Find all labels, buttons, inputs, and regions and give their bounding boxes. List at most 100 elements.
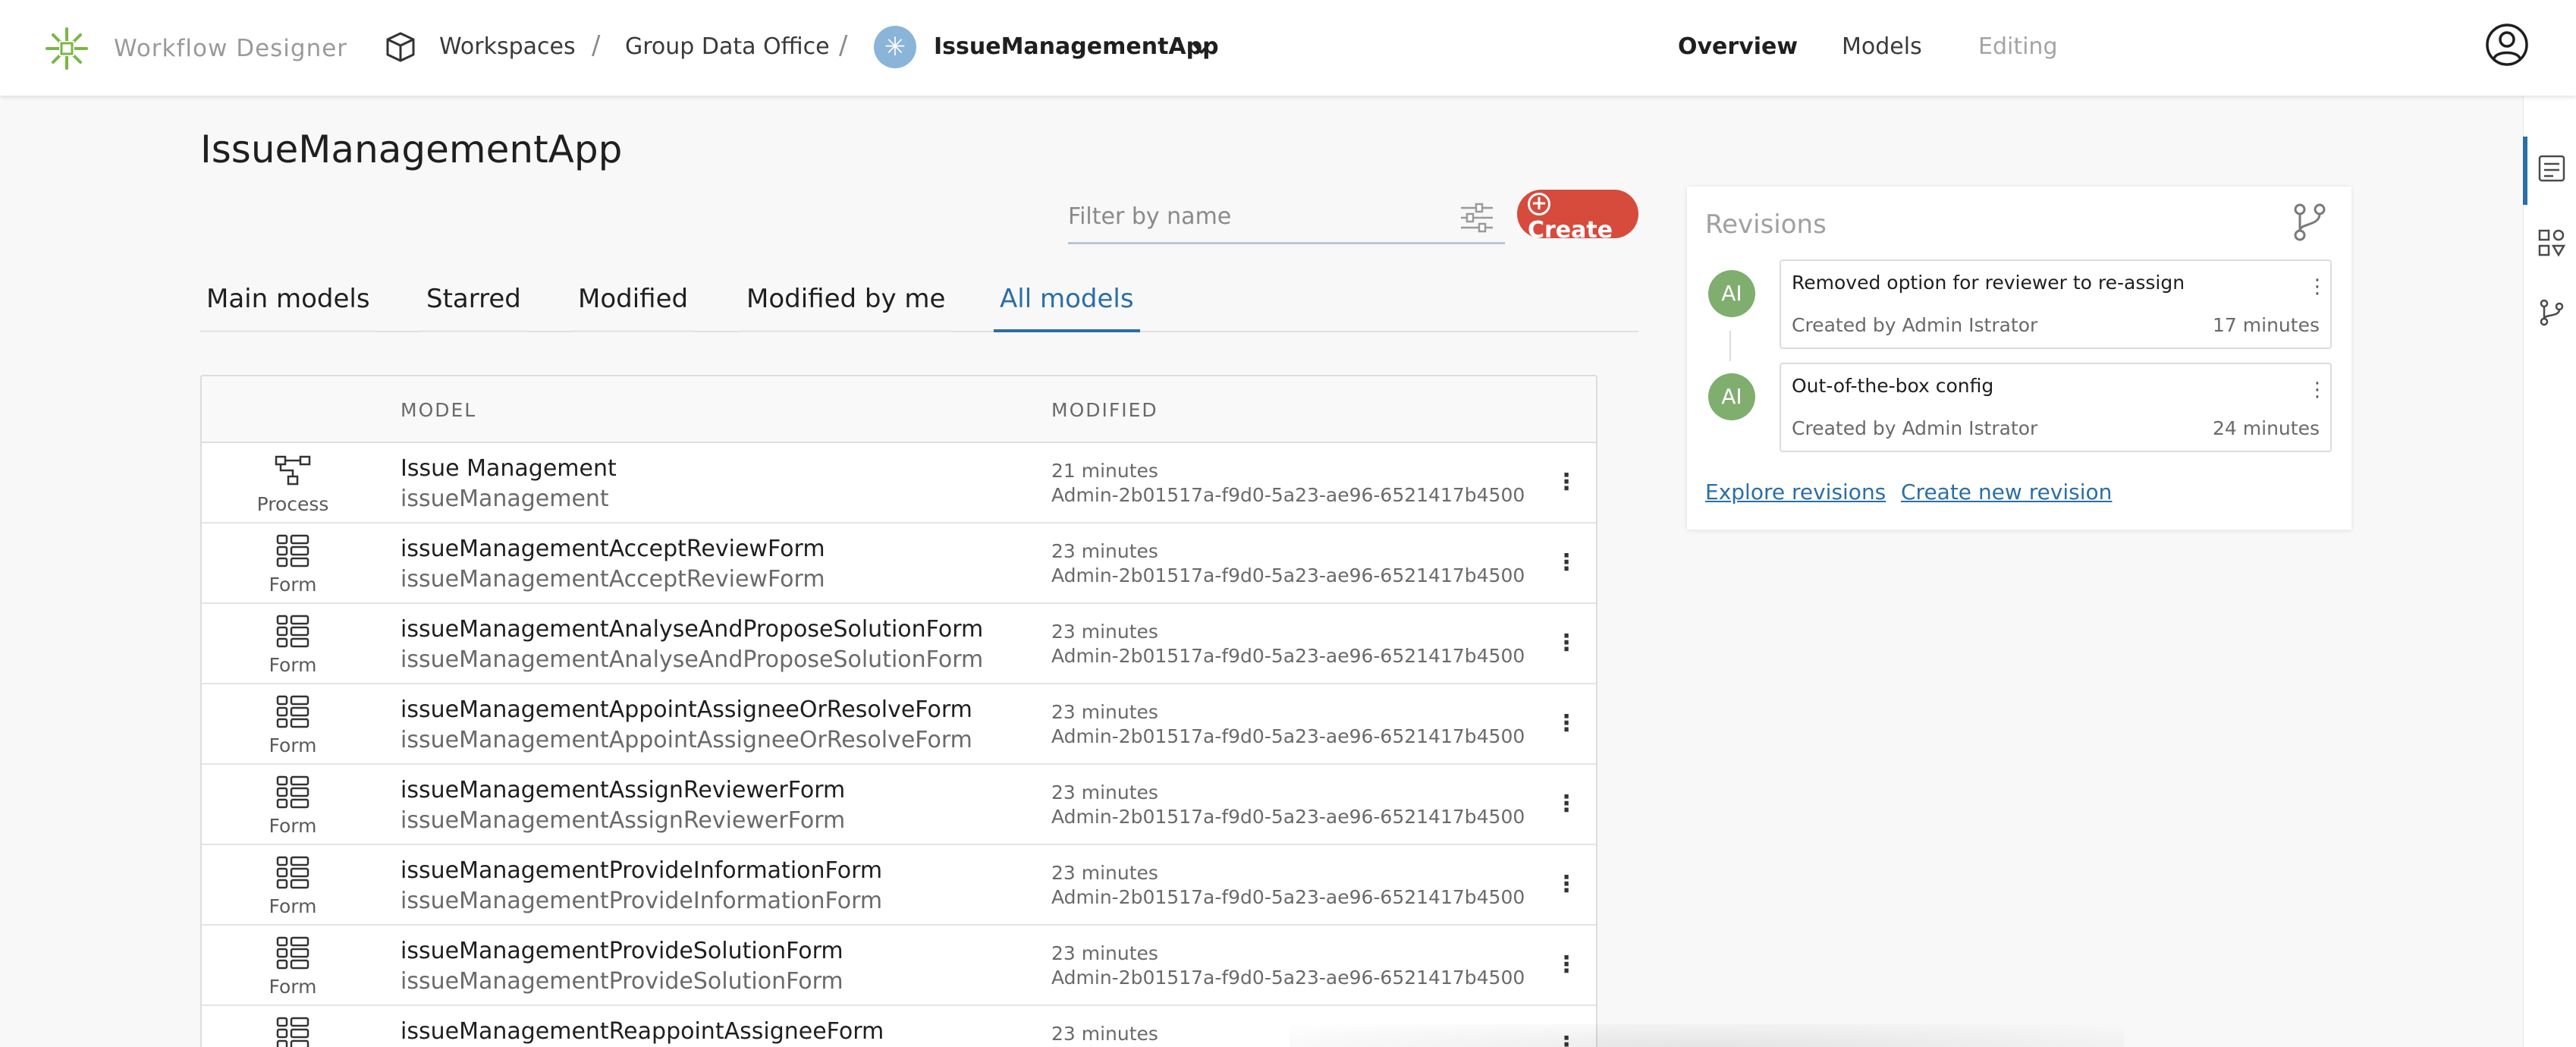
breadcrumb-workspaces[interactable]: Workspaces: [439, 33, 576, 60]
app-badge-icon: ✳: [874, 26, 916, 68]
branch-icon[interactable]: [2291, 202, 2329, 243]
avatar: AI: [1708, 270, 1755, 317]
rail-properties-icon[interactable]: [2537, 153, 2567, 184]
model-name[interactable]: issueManagementAnalyseAndProposeSolution…: [401, 616, 983, 643]
create-revision-link[interactable]: Create new revision: [1901, 479, 2112, 505]
cube-icon: [386, 32, 415, 62]
form-icon: [276, 856, 309, 889]
kebab-icon[interactable]: ⋮: [1555, 788, 1578, 821]
kebab-icon[interactable]: ⋮: [2307, 375, 2327, 405]
modified-time: 23 minutes: [1051, 540, 1158, 562]
breadcrumb-separator: /: [592, 30, 601, 61]
modified-time: 23 minutes: [1051, 781, 1158, 803]
revision-message: Out-of-the-box config: [1792, 375, 1994, 397]
tab-starred[interactable]: Starred: [420, 284, 527, 332]
modified-time: 23 minutes: [1051, 862, 1158, 884]
model-key: issueManagement: [401, 486, 609, 512]
modified-time: 21 minutes: [1051, 460, 1158, 482]
revision-age: 24 minutes: [2213, 417, 2320, 439]
model-type-label: Process: [256, 493, 329, 515]
kebab-icon[interactable]: ⋮: [2307, 272, 2327, 302]
revision-message: Removed option for reviewer to re-assign: [1792, 272, 2185, 294]
modified-by: Admin-2b01517a-f9d0-5a23-ae96-6521417b45…: [1051, 564, 1525, 586]
modified-time: 23 minutes: [1051, 701, 1158, 723]
kebab-icon[interactable]: ⋮: [1555, 707, 1578, 740]
models-table: MODEL MODIFIED Process Issue Management …: [200, 375, 1597, 1047]
table-row[interactable]: Form issueManagementProvideInformationFo…: [202, 845, 1596, 926]
table-row[interactable]: Form issueManagementAnalyseAndProposeSol…: [202, 604, 1596, 684]
model-key: issueManagementProvideInformationForm: [401, 888, 883, 914]
modified-by: Admin-2b01517a-f9d0-5a23-ae96-6521417b45…: [1051, 484, 1525, 506]
table-row[interactable]: Form issueManagementProvideSolutionForm …: [202, 926, 1596, 1006]
page-title: IssueManagementApp: [200, 127, 623, 171]
modified-time: 23 minutes: [1051, 1023, 1158, 1045]
model-name[interactable]: issueManagementAppointAssigneeOrResolveF…: [401, 696, 972, 723]
revision-author: Created by Admin Istrator: [1792, 417, 2038, 439]
column-header-model[interactable]: MODEL: [401, 399, 476, 421]
nav-overview[interactable]: Overview: [1678, 33, 1798, 60]
create-button[interactable]: +Create: [1517, 190, 1638, 244]
top-bar: Workflow Designer Workspaces / Group Dat…: [0, 0, 2576, 96]
modified-by: Admin-2b01517a-f9d0-5a23-ae96-6521417b45…: [1051, 806, 1525, 828]
table-row[interactable]: Process Issue Management issueManagement…: [202, 443, 1596, 524]
filter-field[interactable]: [1068, 193, 1505, 244]
rail-revisions-icon[interactable]: [2537, 297, 2567, 328]
model-name[interactable]: issueManagementProvideSolutionForm: [401, 938, 843, 964]
revision-author: Created by Admin Istrator: [1792, 314, 2038, 336]
revision-timeline-line: [1729, 331, 1731, 361]
form-icon: [276, 534, 309, 568]
kebab-icon[interactable]: ⋮: [1555, 627, 1578, 660]
model-name[interactable]: issueManagementAssignReviewerForm: [401, 777, 845, 803]
rail-active-indicator: [2523, 137, 2527, 205]
breadcrumb-group-data-office[interactable]: Group Data Office: [625, 33, 830, 60]
form-icon: [276, 695, 309, 728]
tab-modified-by-me[interactable]: Modified by me: [740, 284, 952, 332]
table-row[interactable]: Form issueManagementAssignReviewerForm i…: [202, 765, 1596, 845]
model-name[interactable]: issueManagementAcceptReviewForm: [401, 536, 825, 562]
app-name[interactable]: Workflow Designer: [114, 35, 347, 62]
explore-revisions-link[interactable]: Explore revisions: [1705, 479, 1886, 505]
model-key: issueManagementAcceptReviewForm: [401, 566, 825, 593]
filter-input[interactable]: [1068, 193, 1447, 240]
modified-by: Admin-2b01517a-f9d0-5a23-ae96-6521417b45…: [1051, 967, 1525, 989]
model-name[interactable]: issueManagementProvideInformationForm: [401, 857, 882, 884]
nav-models[interactable]: Models: [1842, 33, 1922, 60]
breadcrumb-separator: /: [839, 30, 848, 61]
tab-modified[interactable]: Modified: [572, 284, 695, 332]
modified-by: Admin-2b01517a-f9d0-5a23-ae96-6521417b45…: [1051, 886, 1525, 908]
model-key: issueManagementAppointAssigneeOrResolveF…: [401, 727, 972, 753]
revisions-panel: Revisions AI Removed option for reviewer…: [1687, 187, 2351, 530]
tab-all-models[interactable]: All models: [994, 284, 1140, 332]
rail-models-icon[interactable]: [2537, 228, 2567, 258]
table-row[interactable]: Form issueManagementAppointAssigneeOrRes…: [202, 684, 1596, 765]
kebab-icon[interactable]: ⋮: [1555, 948, 1578, 982]
revision-card[interactable]: Out-of-the-box config ⋮ Created by Admin…: [1780, 363, 2332, 452]
tab-main-models[interactable]: Main models: [200, 284, 376, 332]
kebab-icon[interactable]: ⋮: [1555, 466, 1578, 499]
model-type-label: Form: [269, 734, 317, 756]
breadcrumb-current-app[interactable]: IssueManagementApp: [934, 33, 1219, 60]
model-name[interactable]: issueManagementReappointAssigneeForm: [401, 1018, 884, 1045]
chevron-down-icon[interactable]: [1191, 38, 1212, 59]
modified-time: 23 minutes: [1051, 942, 1158, 964]
table-header: MODEL MODIFIED: [202, 376, 1596, 443]
user-circle-icon[interactable]: [2485, 23, 2529, 67]
kebab-icon[interactable]: ⋮: [1555, 868, 1578, 901]
model-key: issueManagementProvideSolutionForm: [401, 968, 843, 995]
kebab-icon[interactable]: ⋮: [1555, 546, 1578, 580]
create-button-label: Create: [1528, 217, 1613, 244]
workflow-logo-icon[interactable]: [44, 26, 90, 71]
avatar: AI: [1708, 373, 1755, 420]
column-header-modified[interactable]: MODIFIED: [1051, 399, 1158, 421]
form-icon: [276, 1017, 309, 1047]
modified-by: Admin-2b01517a-f9d0-5a23-ae96-6521417b45…: [1051, 725, 1525, 747]
modified-time: 23 minutes: [1051, 621, 1158, 643]
revision-age: 17 minutes: [2213, 314, 2320, 336]
nav-editing[interactable]: Editing: [1978, 33, 2058, 60]
revision-card[interactable]: Removed option for reviewer to re-assign…: [1780, 259, 2332, 349]
bottom-shadow: [1290, 1024, 2124, 1047]
filter-sliders-icon[interactable]: [1458, 199, 1496, 237]
table-row[interactable]: Form issueManagementAcceptReviewForm iss…: [202, 524, 1596, 604]
model-name[interactable]: Issue Management: [401, 455, 617, 482]
model-type-label: Form: [269, 574, 317, 596]
